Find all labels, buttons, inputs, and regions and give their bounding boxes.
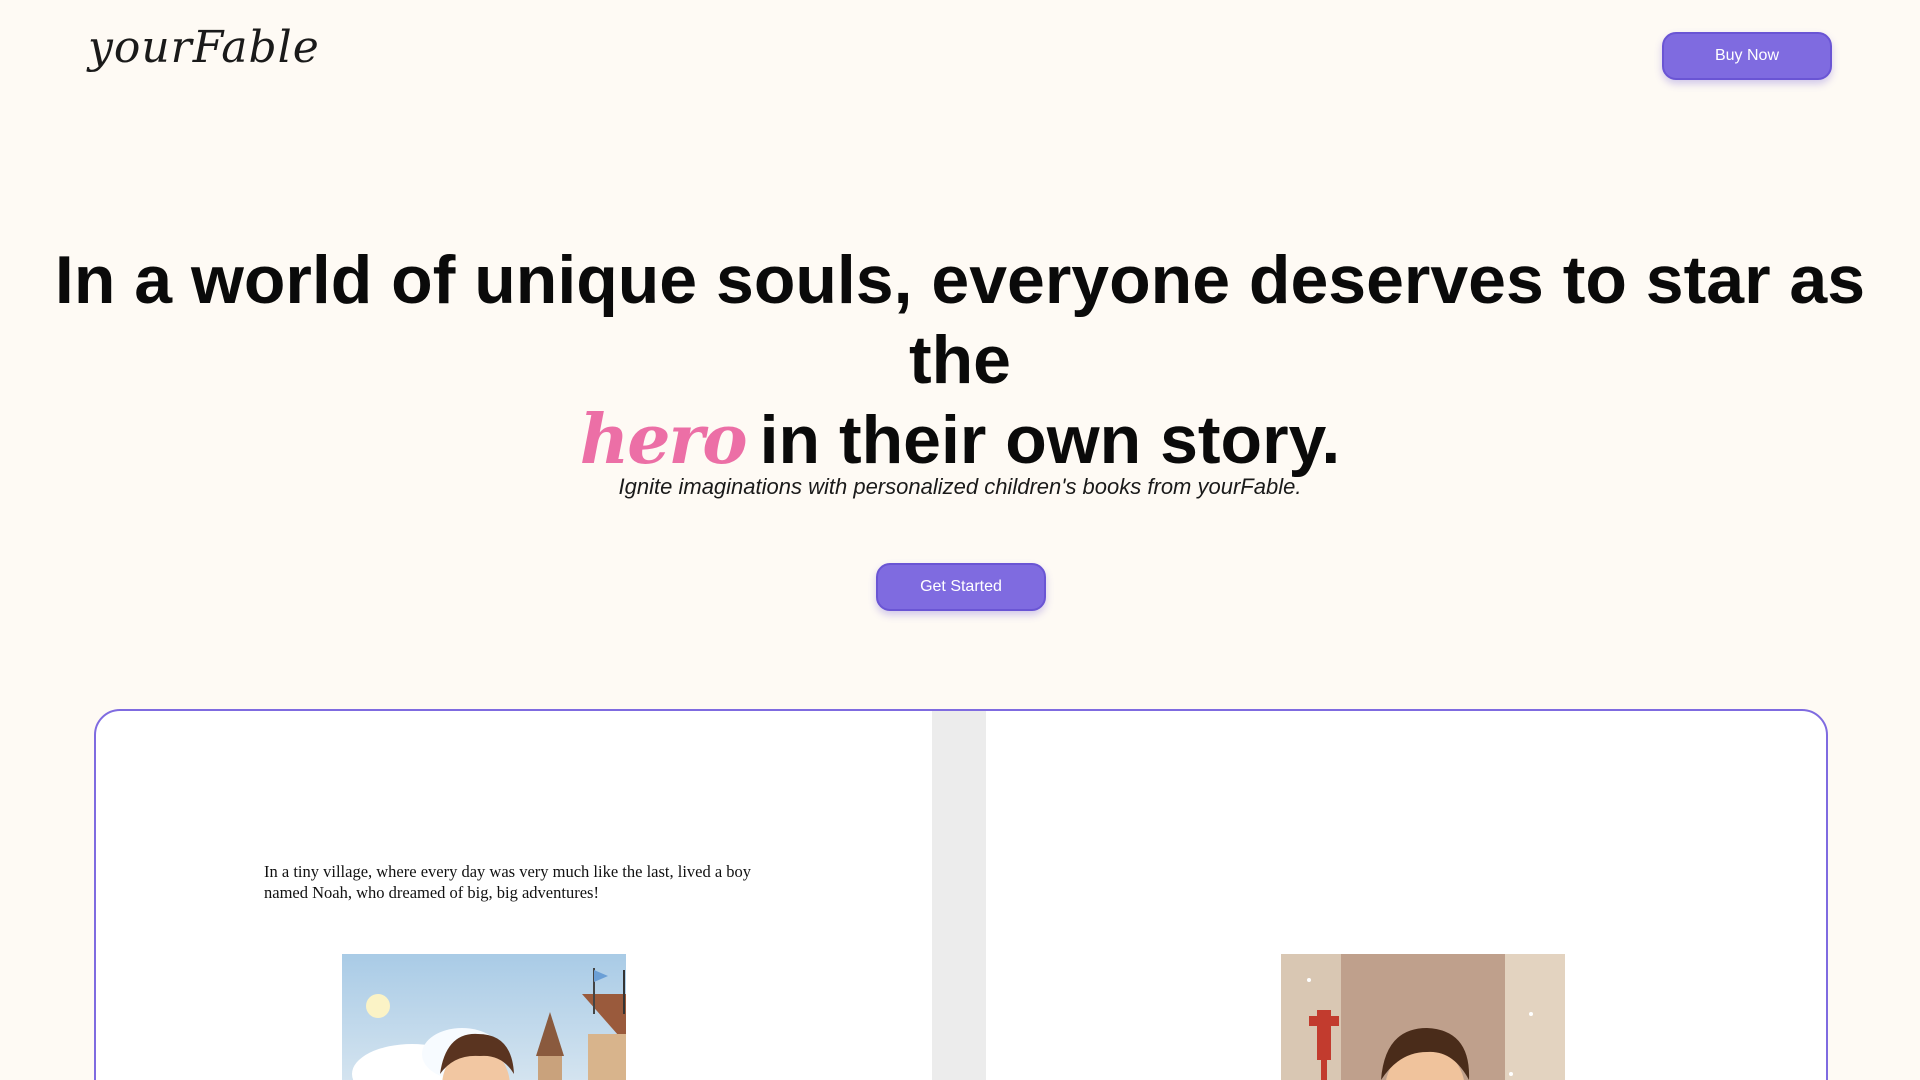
get-started-button[interactable]: Get Started bbox=[876, 563, 1046, 611]
indoor-boy-illustration bbox=[1281, 954, 1565, 1080]
village-boy-illustration bbox=[342, 954, 626, 1080]
hero-highlight-word: hero bbox=[579, 400, 748, 480]
book-preview: In a tiny village, where every day was v… bbox=[94, 709, 1828, 1080]
hero-tagline: Ignite imaginations with personalized ch… bbox=[618, 474, 1302, 499]
headline-line-2: hero in their own story. bbox=[0, 400, 1920, 480]
brand-logo[interactable]: yourFable bbox=[88, 22, 320, 73]
buy-now-button[interactable]: Buy Now bbox=[1662, 32, 1832, 80]
left-page-illustration bbox=[342, 954, 626, 1080]
hero-headline: In a world of unique souls, everyone des… bbox=[0, 240, 1920, 480]
left-page-text: In a tiny village, where every day was v… bbox=[264, 862, 752, 902]
headline-line-2-rest: in their own story. bbox=[759, 402, 1341, 478]
book-spine bbox=[932, 711, 986, 1080]
right-page-illustration bbox=[1281, 954, 1565, 1080]
landing-page: yourFable Buy Now In a world of unique s… bbox=[0, 0, 1920, 1080]
headline-line-1: In a world of unique souls, everyone des… bbox=[54, 242, 1866, 398]
